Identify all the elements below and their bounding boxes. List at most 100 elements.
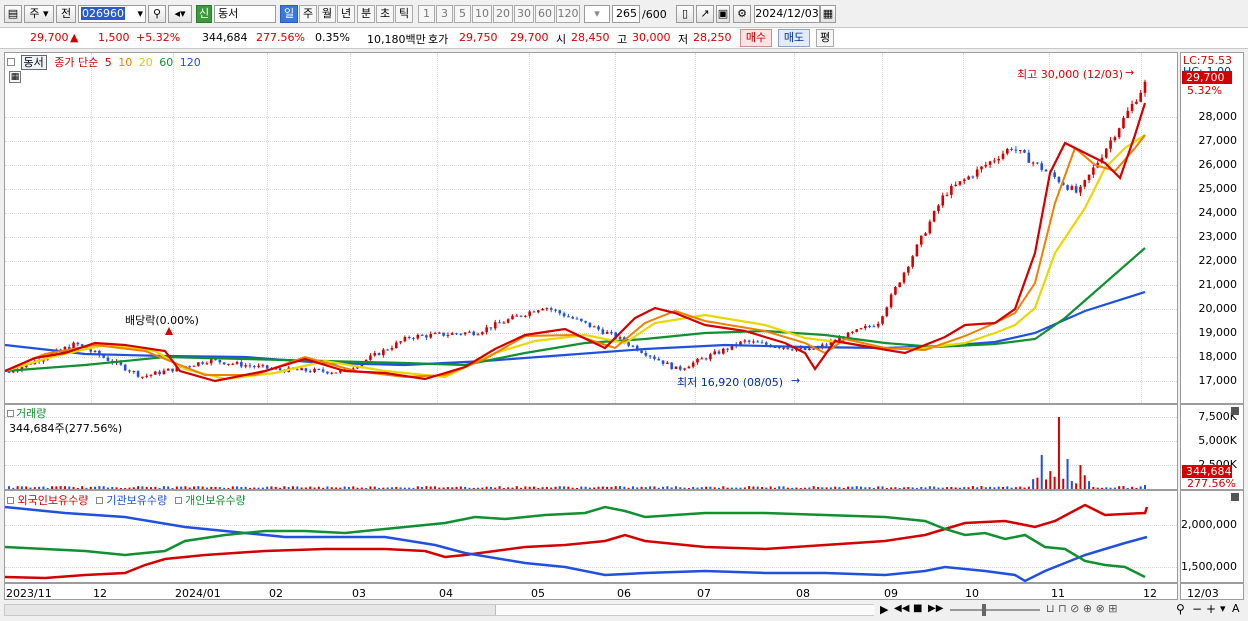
rewind-icon[interactable]: ◀◀	[894, 603, 909, 614]
sell-button[interactable]: 매도	[778, 29, 810, 47]
candle-body	[7, 371, 11, 373]
prev-button[interactable]: 전	[56, 5, 76, 23]
candle-body	[536, 310, 540, 313]
candle-body	[941, 195, 945, 206]
holdings-tick: 2,000,000	[1181, 518, 1237, 531]
fast-forward-icon[interactable]: ▶▶	[928, 603, 943, 614]
volume-bar	[240, 487, 243, 489]
date-input[interactable]: 2024/12/03	[754, 5, 820, 23]
minute-10[interactable]: 10	[472, 5, 492, 23]
candle-body	[683, 368, 686, 370]
tool-icons[interactable]: ⊔ ⊓ ⊘ ⊕ ⊗ ⊞	[1046, 602, 1118, 615]
custom-period-select[interactable]: ▾	[584, 5, 610, 23]
price-tick: 26,000	[1198, 158, 1238, 171]
scroll-thumb[interactable]	[495, 605, 875, 615]
volume-bar	[489, 486, 492, 489]
candle-body	[1018, 149, 1022, 151]
volume-bar	[636, 487, 639, 489]
layout-icon[interactable]: ▤	[4, 5, 22, 23]
period-month-tab[interactable]: 월	[318, 5, 336, 23]
volume-panel[interactable]: 거래량 344,684주(277.56%)	[4, 404, 1178, 490]
volume-bar	[1062, 478, 1065, 489]
candle-body	[657, 358, 661, 361]
volume-bar	[576, 487, 578, 489]
candle-body	[227, 363, 230, 365]
candle-body	[321, 369, 325, 372]
volume-bar	[455, 486, 458, 489]
candle-body	[489, 327, 493, 329]
zoom-slider[interactable]	[950, 609, 1040, 611]
candle-body	[265, 365, 269, 369]
minute-5[interactable]: 5	[454, 5, 471, 23]
font-size-icon[interactable]: A	[1232, 602, 1240, 615]
volume-close-icon[interactable]	[1231, 407, 1239, 415]
scroll-right-icon[interactable]: ▶	[880, 603, 888, 616]
candle-body	[1053, 172, 1056, 178]
holdings-close-icon[interactable]	[1231, 493, 1239, 501]
save-icon[interactable]: ▣	[716, 5, 730, 23]
toolbar: ▤ 주 ▾ 전 026960 ▾ ⚲ ◂▾ 신 동서 일 주 월 년 분 초 틱 …	[0, 0, 1248, 28]
volume-bar	[773, 487, 776, 489]
minute-20[interactable]: 20	[493, 5, 513, 23]
period-week-tab[interactable]: 주	[299, 5, 317, 23]
minute-3[interactable]: 3	[436, 5, 453, 23]
candle-body	[472, 331, 476, 335]
draw-tool-icon[interactable]: ↗	[696, 5, 714, 23]
candle-body	[756, 341, 760, 343]
holdings-panel[interactable]: 외국인보유수량 기관보유수량 개인보유수량	[4, 490, 1178, 583]
minute-60[interactable]: 60	[535, 5, 555, 23]
stock-code-input[interactable]: 026960 ▾	[78, 5, 146, 23]
evaluate-button[interactable]: 평	[816, 29, 834, 47]
dropdown-icon[interactable]: ▾	[1220, 602, 1226, 615]
volume-bar	[347, 486, 350, 489]
minute-1[interactable]: 1	[418, 5, 435, 23]
buy-button[interactable]: 매수	[740, 29, 772, 47]
candle-body	[1044, 169, 1048, 172]
calendar-icon[interactable]: ▦	[820, 5, 836, 23]
minute-120[interactable]: 120	[556, 5, 580, 23]
signal-badge[interactable]: 신	[196, 5, 212, 23]
legend-toggle-icon[interactable]	[7, 58, 15, 66]
volume-bar	[292, 486, 294, 489]
zoom-slider-handle[interactable]	[982, 604, 986, 616]
volume-bar	[1053, 476, 1056, 489]
price-chart-panel[interactable]: 동서 종가 단순 5 10 20 60 120 ▦ 최고 30,000 (12/…	[4, 52, 1178, 404]
volume-bar	[42, 486, 45, 489]
ask-price: 29,750	[459, 31, 498, 44]
volume-bar	[494, 487, 497, 489]
high-price: 30,000	[632, 31, 671, 44]
period-day-tab[interactable]: 일	[280, 5, 298, 23]
zoom-out-icon[interactable]: ⚲	[1176, 602, 1185, 616]
period-second-tab[interactable]: 초	[376, 5, 394, 23]
legend-stock-name[interactable]: 동서	[20, 55, 47, 70]
period-minute-tab[interactable]: 분	[357, 5, 375, 23]
stop-icon[interactable]: ■	[913, 603, 922, 614]
candle-body	[136, 371, 140, 377]
candle-type-icon[interactable]: ▯	[676, 5, 694, 23]
volume-bar	[502, 487, 505, 489]
volume-bar	[408, 487, 411, 489]
period-year-tab[interactable]: 년	[337, 5, 355, 23]
minus-icon[interactable]: −	[1192, 602, 1202, 616]
gear-icon[interactable]: ⚙	[733, 5, 751, 23]
candle-body	[1001, 153, 1005, 159]
data-count-input[interactable]: 265	[612, 5, 640, 23]
volume-bar	[993, 487, 996, 489]
period-tick-tab[interactable]: 틱	[395, 5, 413, 23]
volume-bar	[1014, 487, 1017, 489]
plus-icon[interactable]: +	[1206, 602, 1216, 616]
volume-bar	[89, 486, 92, 489]
grid-toggle-icon[interactable]: ▦	[9, 71, 21, 83]
volume-bar	[106, 487, 109, 489]
candle-body	[218, 359, 222, 363]
minute-30[interactable]: 30	[514, 5, 534, 23]
market-type-select[interactable]: 주 ▾	[24, 5, 54, 23]
candle-body	[1109, 140, 1112, 149]
search-icon[interactable]: ⚲	[148, 5, 166, 23]
speaker-icon[interactable]: ◂▾	[168, 5, 192, 23]
volume-bar	[386, 487, 389, 489]
horizontal-scrollbar[interactable]	[4, 604, 875, 616]
stock-name-field[interactable]: 동서	[214, 5, 276, 23]
volume-bar	[967, 487, 970, 489]
candle-body	[971, 176, 975, 178]
